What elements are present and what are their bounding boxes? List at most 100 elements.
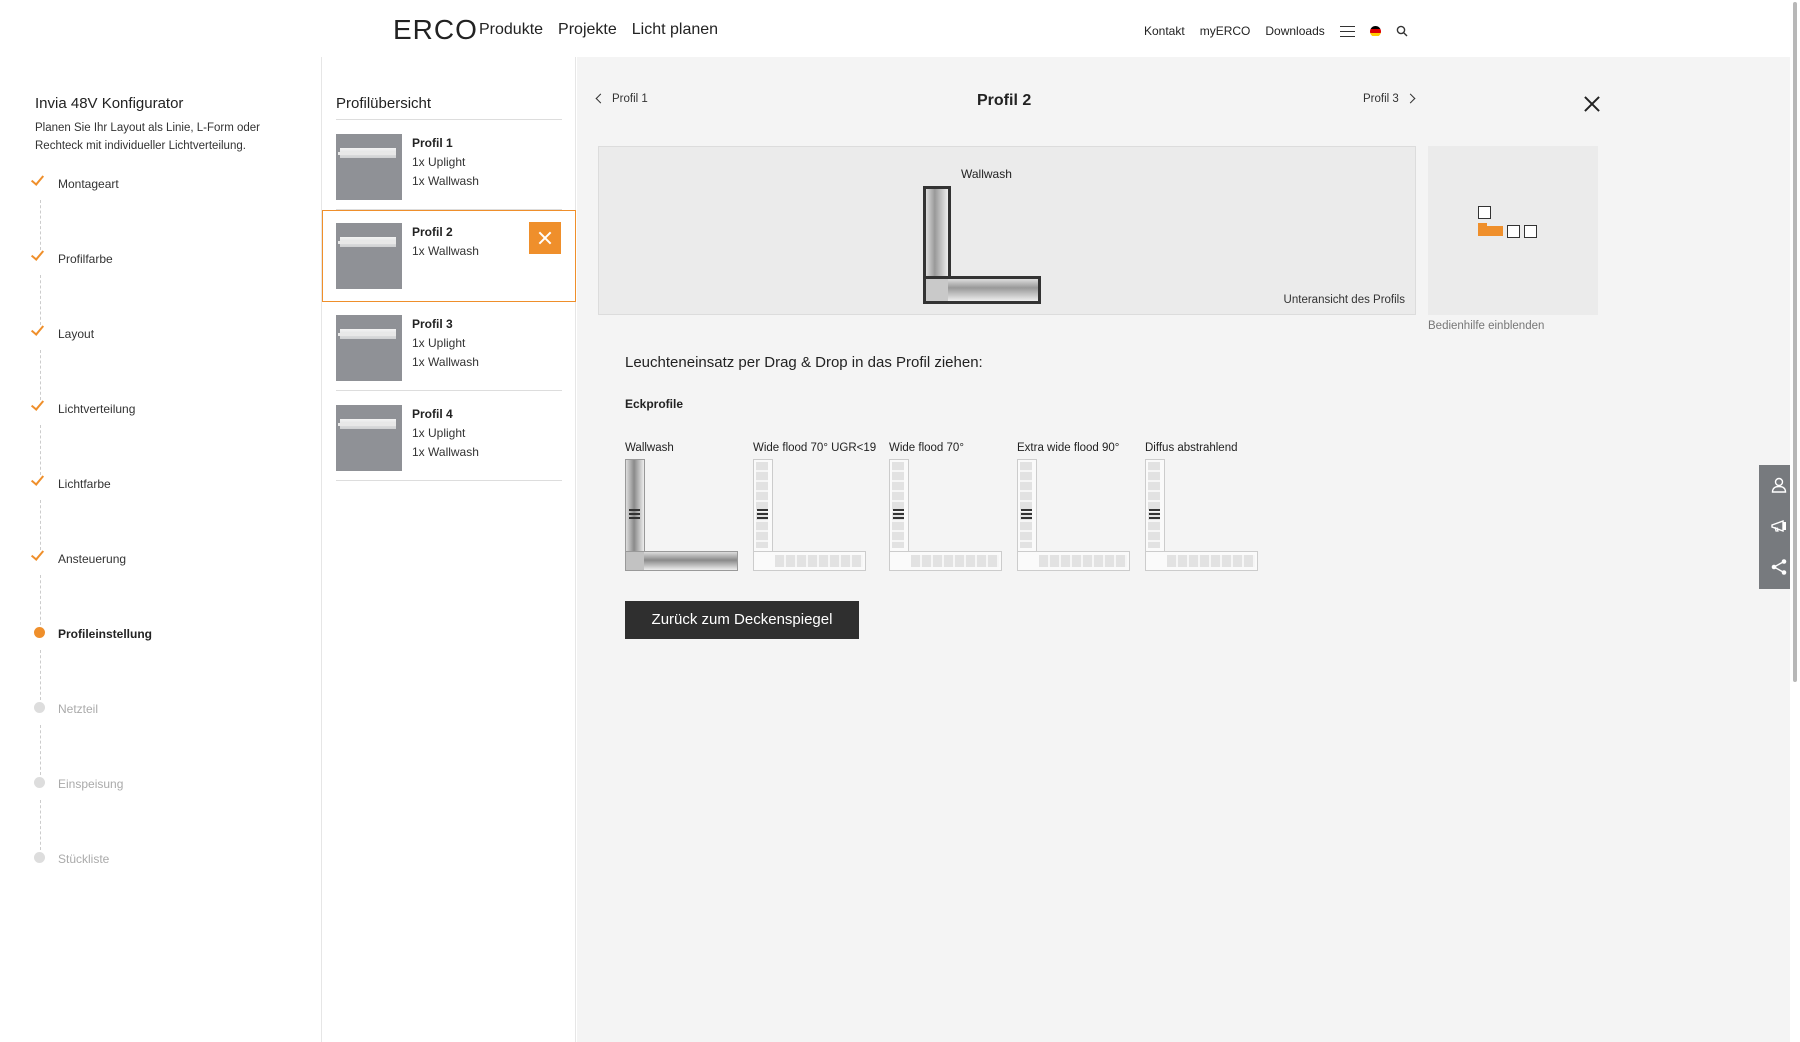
- l-insert-shape: [625, 459, 738, 571]
- flag-de-icon[interactable]: [1369, 25, 1381, 37]
- scrollbar-thumb[interactable]: [1793, 2, 1797, 682]
- step-connector: [40, 650, 41, 700]
- profile-name: Profil 4: [412, 407, 453, 421]
- minimap-profile: [1478, 206, 1491, 219]
- profile-title: Profil 2: [977, 92, 1032, 109]
- user-icon[interactable]: [1769, 475, 1789, 495]
- chevron-left-icon: [595, 93, 606, 104]
- step-connector: [40, 575, 41, 625]
- drag-handle-icon[interactable]: [757, 509, 768, 519]
- step-label: Lichtverteilung: [58, 402, 136, 416]
- layout-minimap[interactable]: [1428, 146, 1598, 315]
- profile-card-3[interactable]: Profil 3 1x Uplight 1x Wallwash: [322, 301, 576, 391]
- profile-line: 1x Uplight: [412, 155, 466, 169]
- option-label: Diffus abstrahlend: [1145, 442, 1238, 454]
- step-label: Montageart: [58, 177, 119, 191]
- step-connector: [40, 275, 41, 325]
- step-label: Einspeisung: [58, 777, 124, 791]
- step-label: Profileinstellung: [58, 627, 153, 641]
- check-icon: [30, 172, 46, 189]
- sub-nav: Kontakt myERCO Downloads: [1144, 24, 1408, 38]
- minimap-profile: [1524, 225, 1537, 238]
- profile-line: 1x Wallwash: [412, 445, 479, 459]
- next-profile-link[interactable]: Profil 3: [1363, 93, 1416, 105]
- drag-handle-icon[interactable]: [1021, 509, 1032, 519]
- dragdrop-heading: Leuchteneinsatz per Drag & Drop in das P…: [625, 354, 983, 371]
- overview-title: Profilübersicht: [336, 95, 432, 112]
- step-montageart[interactable]: Montageart: [30, 172, 292, 195]
- share-icon[interactable]: [1769, 557, 1789, 577]
- configurator-description: Planen Sie Ihr Layout als Linie, L-Form …: [35, 122, 261, 152]
- profile-name: Profil 3: [412, 317, 453, 331]
- nav-downloads[interactable]: Downloads: [1265, 24, 1324, 38]
- header: ERCO Produkte Projekte Licht planen Kont…: [0, 0, 1790, 57]
- check-icon: [30, 397, 46, 414]
- profile-line: 1x Wallwash: [412, 244, 479, 258]
- profile-card-2[interactable]: Profil 2 1x Wallwash: [322, 210, 576, 302]
- nav-projekte[interactable]: Projekte: [558, 21, 617, 39]
- step-stueckliste: Stückliste: [32, 850, 292, 870]
- l-profile-drawing: [923, 186, 1041, 304]
- configurator-sidebar: Invia 48V Konfigurator Planen Sie Ihr La…: [0, 57, 322, 1042]
- back-to-ceiling-plan-button[interactable]: Zurück zum Deckenspiegel: [625, 601, 859, 639]
- step-label: Netzteil: [58, 702, 99, 716]
- option-label: Extra wide flood 90°: [1017, 442, 1120, 454]
- step-connector: [40, 425, 41, 475]
- menu-icon[interactable]: [1339, 25, 1355, 37]
- scrollbar[interactable]: [1790, 0, 1800, 1042]
- profile-name: Profil 1: [412, 136, 453, 150]
- check-icon: [30, 547, 46, 564]
- profile-name: Profil 2: [412, 225, 453, 239]
- minimap-profile-active: [1478, 226, 1503, 236]
- step-layout[interactable]: Layout: [30, 322, 292, 345]
- l-insert-shape: [889, 459, 1002, 571]
- step-profileinstellung[interactable]: Profileinstellung: [32, 625, 292, 645]
- step-connector: [40, 800, 41, 850]
- prev-profile-link[interactable]: Profil 1: [595, 93, 648, 105]
- help-toggle-link[interactable]: Bedienhilfe einblenden: [1428, 320, 1544, 332]
- pending-dot-icon: [34, 852, 45, 863]
- profile-card-4[interactable]: Profil 4 1x Uplight 1x Wallwash: [322, 391, 576, 481]
- step-profilfarbe[interactable]: Profilfarbe: [30, 247, 292, 270]
- step-lichtfarbe[interactable]: Lichtfarbe: [30, 472, 292, 495]
- nav-myerco[interactable]: myERCO: [1200, 24, 1251, 38]
- option-label: Wide flood 70° UGR<19: [753, 442, 877, 454]
- delete-profile-button[interactable]: [529, 222, 561, 254]
- next-profile-label: Profil 3: [1363, 93, 1399, 105]
- step-connector: [40, 500, 41, 550]
- prev-profile-label: Profil 1: [612, 93, 648, 105]
- erco-logo[interactable]: ERCO: [393, 14, 478, 46]
- profile-card-1[interactable]: Profil 1 1x Uplight 1x Wallwash: [322, 120, 576, 210]
- step-ansteuerung[interactable]: Ansteuerung: [30, 547, 292, 570]
- step-label: Lichtfarbe: [58, 477, 111, 491]
- l-insert-shape: [753, 459, 866, 571]
- step-lichtverteilung[interactable]: Lichtverteilung: [30, 397, 292, 420]
- search-icon[interactable]: [1396, 25, 1408, 37]
- step-label: Stückliste: [58, 852, 110, 866]
- nav-kontakt[interactable]: Kontakt: [1144, 24, 1185, 38]
- option-label: Wallwash: [625, 442, 674, 454]
- step-label: Ansteuerung: [58, 552, 127, 566]
- step-einspeisung: Einspeisung: [32, 775, 292, 795]
- nav-licht-planen[interactable]: Licht planen: [632, 21, 718, 39]
- close-button[interactable]: [1583, 95, 1601, 113]
- drag-handle-icon[interactable]: [1149, 509, 1160, 519]
- profile-thumbnail: [336, 134, 402, 200]
- profile-thumbnail: [336, 405, 402, 471]
- feedback-icon[interactable]: [1769, 516, 1789, 536]
- nav-produkte[interactable]: Produkte: [479, 21, 543, 39]
- profile-line: 1x Uplight: [412, 336, 466, 350]
- check-icon: [30, 322, 46, 339]
- step-connector: [40, 350, 41, 400]
- l-insert-shape: [1145, 459, 1258, 571]
- profile-overview: Profilübersicht Profil 1 1x Uplight 1x W…: [322, 57, 576, 1042]
- step-connector: [40, 200, 41, 250]
- pending-dot-icon: [34, 777, 45, 788]
- check-icon: [30, 247, 46, 264]
- drag-handle-icon[interactable]: [893, 509, 904, 519]
- page: ERCO Produkte Projekte Licht planen Kont…: [0, 0, 1800, 1042]
- option-label: Wide flood 70°: [889, 442, 964, 454]
- profile-preview[interactable]: Wallwash Unteransicht des Profils: [598, 146, 1416, 315]
- step-label: Layout: [58, 327, 95, 341]
- drag-handle-icon[interactable]: [629, 509, 640, 519]
